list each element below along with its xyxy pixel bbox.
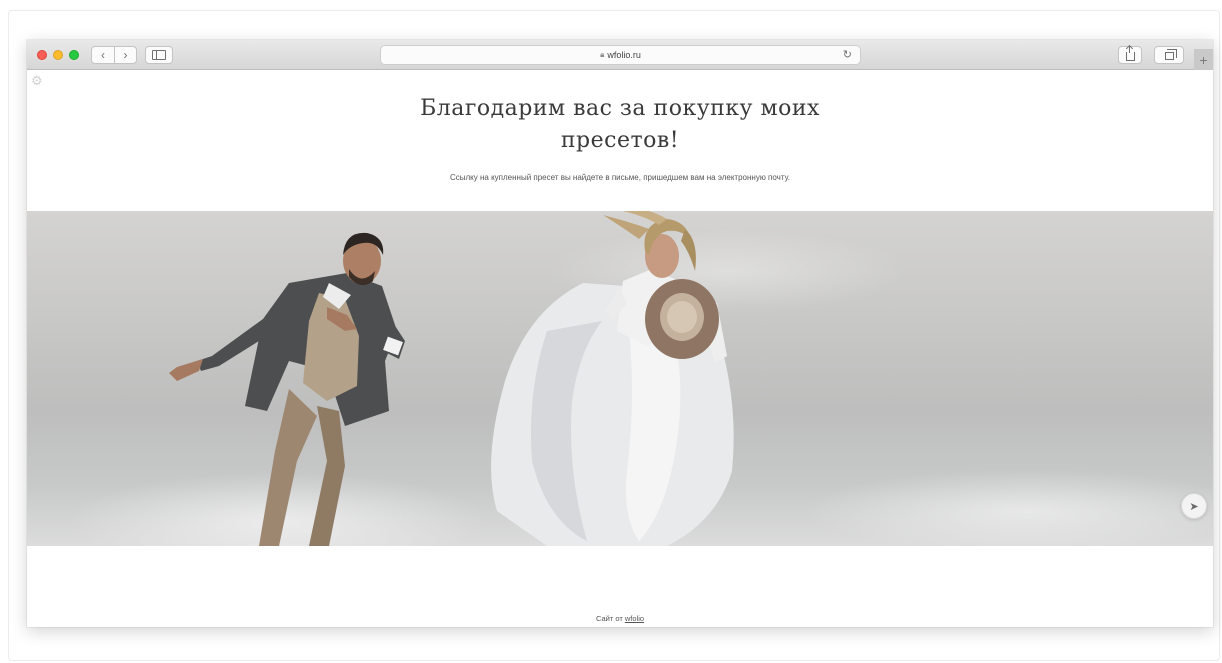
woman-figure	[491, 211, 734, 546]
wfolio-link[interactable]: wfolio	[625, 614, 644, 623]
navigation-buttons: ‹ ›	[91, 46, 137, 64]
address-url: wfolio.ru	[607, 50, 641, 60]
plus-icon: +	[1199, 51, 1208, 68]
back-button[interactable]: ‹	[92, 47, 114, 63]
show-tabs-button[interactable]	[1154, 46, 1184, 64]
sidebar-icon	[152, 50, 166, 60]
gear-icon[interactable]: ⚙	[31, 73, 43, 89]
fullscreen-window-button[interactable]	[69, 50, 79, 60]
reload-icon[interactable]: ↻	[843, 48, 852, 61]
hero-photo-illustration	[169, 211, 734, 546]
chevron-right-icon: ›	[123, 48, 128, 62]
browser-toolbar: ‹ › 🔒︎ wfolio.ru ↻ +	[27, 40, 1213, 70]
lock-icon: 🔒︎	[600, 50, 605, 59]
page-title-line-2: пресетов!	[560, 128, 680, 153]
chevron-left-icon: ‹	[100, 48, 105, 62]
paper-plane-icon: ➤	[1189, 500, 1199, 513]
forward-button[interactable]: ›	[113, 47, 136, 63]
footer-text: Сайт от	[595, 614, 623, 623]
tabs-icon	[1164, 49, 1177, 60]
address-bar[interactable]: 🔒︎ wfolio.ru ↻	[380, 45, 861, 65]
share-icon	[1125, 46, 1135, 61]
site-footer: Сайт от wfolio	[27, 614, 1213, 623]
browser-window: ‹ › 🔒︎ wfolio.ru ↻ + ⚙ Благодарим вас за…	[27, 40, 1213, 627]
share-button[interactable]	[1118, 46, 1142, 64]
page-subtitle: Ссылку на купленный пресет вы найдете в …	[449, 173, 790, 182]
minimize-window-button[interactable]	[53, 50, 63, 60]
web-page: ⚙ Благодарим вас за покупку моих пресето…	[27, 70, 1213, 627]
page-title-line-1: Благодарим вас за покупку моих	[420, 96, 820, 121]
send-message-button[interactable]: ➤	[1181, 493, 1207, 519]
man-figure	[169, 232, 405, 546]
sidebar-toggle-button[interactable]	[145, 46, 173, 64]
new-tab-button[interactable]: +	[1194, 49, 1213, 70]
hero-photo: ➤	[27, 211, 1213, 546]
close-window-button[interactable]	[37, 50, 47, 60]
